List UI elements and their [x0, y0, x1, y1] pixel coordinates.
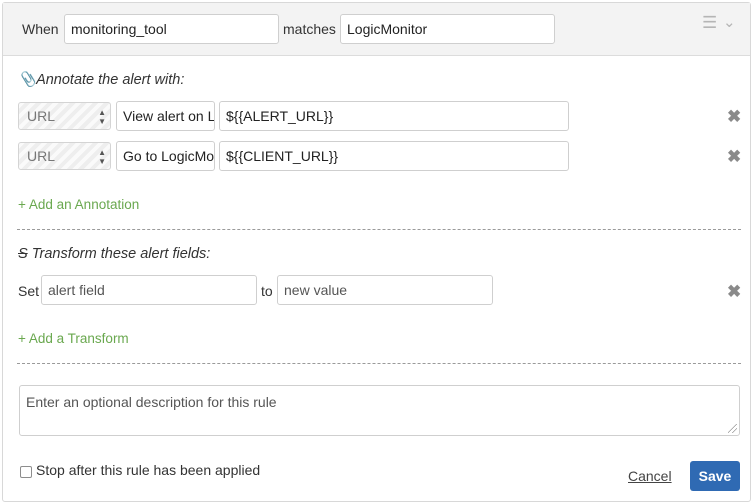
when-label: When	[22, 21, 59, 37]
description-placeholder: Enter an optional description for this r…	[26, 394, 277, 410]
description-textarea[interactable]: Enter an optional description for this r…	[19, 385, 740, 436]
transform-value-input[interactable]: new value	[277, 275, 493, 305]
resize-grip-icon[interactable]	[728, 424, 737, 433]
condition-field-input[interactable]: monitoring_tool	[64, 14, 279, 44]
annotation-type-select[interactable]: URL ▲ ▼	[18, 142, 111, 170]
section-divider	[17, 229, 741, 230]
hamburger-icon[interactable]: ☰	[702, 13, 717, 33]
paperclip-icon: 📎	[18, 72, 37, 88]
stop-after-label: Stop after this rule has been applied	[36, 462, 261, 478]
cancel-button[interactable]: Cancel	[628, 468, 672, 484]
add-annotation-link[interactable]: + Add an Annotation	[18, 197, 139, 212]
remove-transform-icon[interactable]: ✖	[727, 282, 741, 302]
matches-label: matches	[283, 21, 336, 37]
transform-field-input[interactable]: alert field	[41, 275, 257, 305]
annotate-title: 📎Annotate the alert with:	[18, 72, 185, 88]
annotation-value-input[interactable]: ${{CLIENT_URL}}	[219, 141, 569, 171]
annotation-label-input[interactable]: View alert on LogicMonitor	[116, 101, 215, 131]
add-transform-link[interactable]: + Add a Transform	[18, 331, 129, 346]
transform-title: S Transform these alert fields:	[18, 246, 211, 262]
annotation-type-select[interactable]: URL ▲ ▼	[18, 102, 111, 130]
remove-annotation-icon[interactable]: ✖	[727, 147, 741, 167]
condition-value-input[interactable]: LogicMonitor	[340, 14, 555, 44]
stop-after-checkbox[interactable]	[20, 466, 32, 478]
select-arrows-icon: ▲ ▼	[98, 148, 106, 166]
rule-header: When monitoring_tool matches LogicMonito…	[3, 3, 750, 56]
strikethrough-icon: S	[18, 246, 28, 262]
set-label: Set	[18, 283, 40, 299]
chevron-down-icon[interactable]: ⌄	[723, 13, 736, 31]
save-button[interactable]: Save	[690, 461, 740, 491]
annotation-label-input[interactable]: Go to LogicMonitor	[116, 141, 215, 171]
remove-annotation-icon[interactable]: ✖	[727, 107, 741, 127]
to-label: to	[261, 283, 273, 299]
annotation-value-input[interactable]: ${{ALERT_URL}}	[219, 101, 569, 131]
select-arrows-icon: ▲ ▼	[98, 108, 106, 126]
section-divider	[17, 363, 741, 364]
rule-panel: When monitoring_tool matches LogicMonito…	[2, 2, 751, 502]
